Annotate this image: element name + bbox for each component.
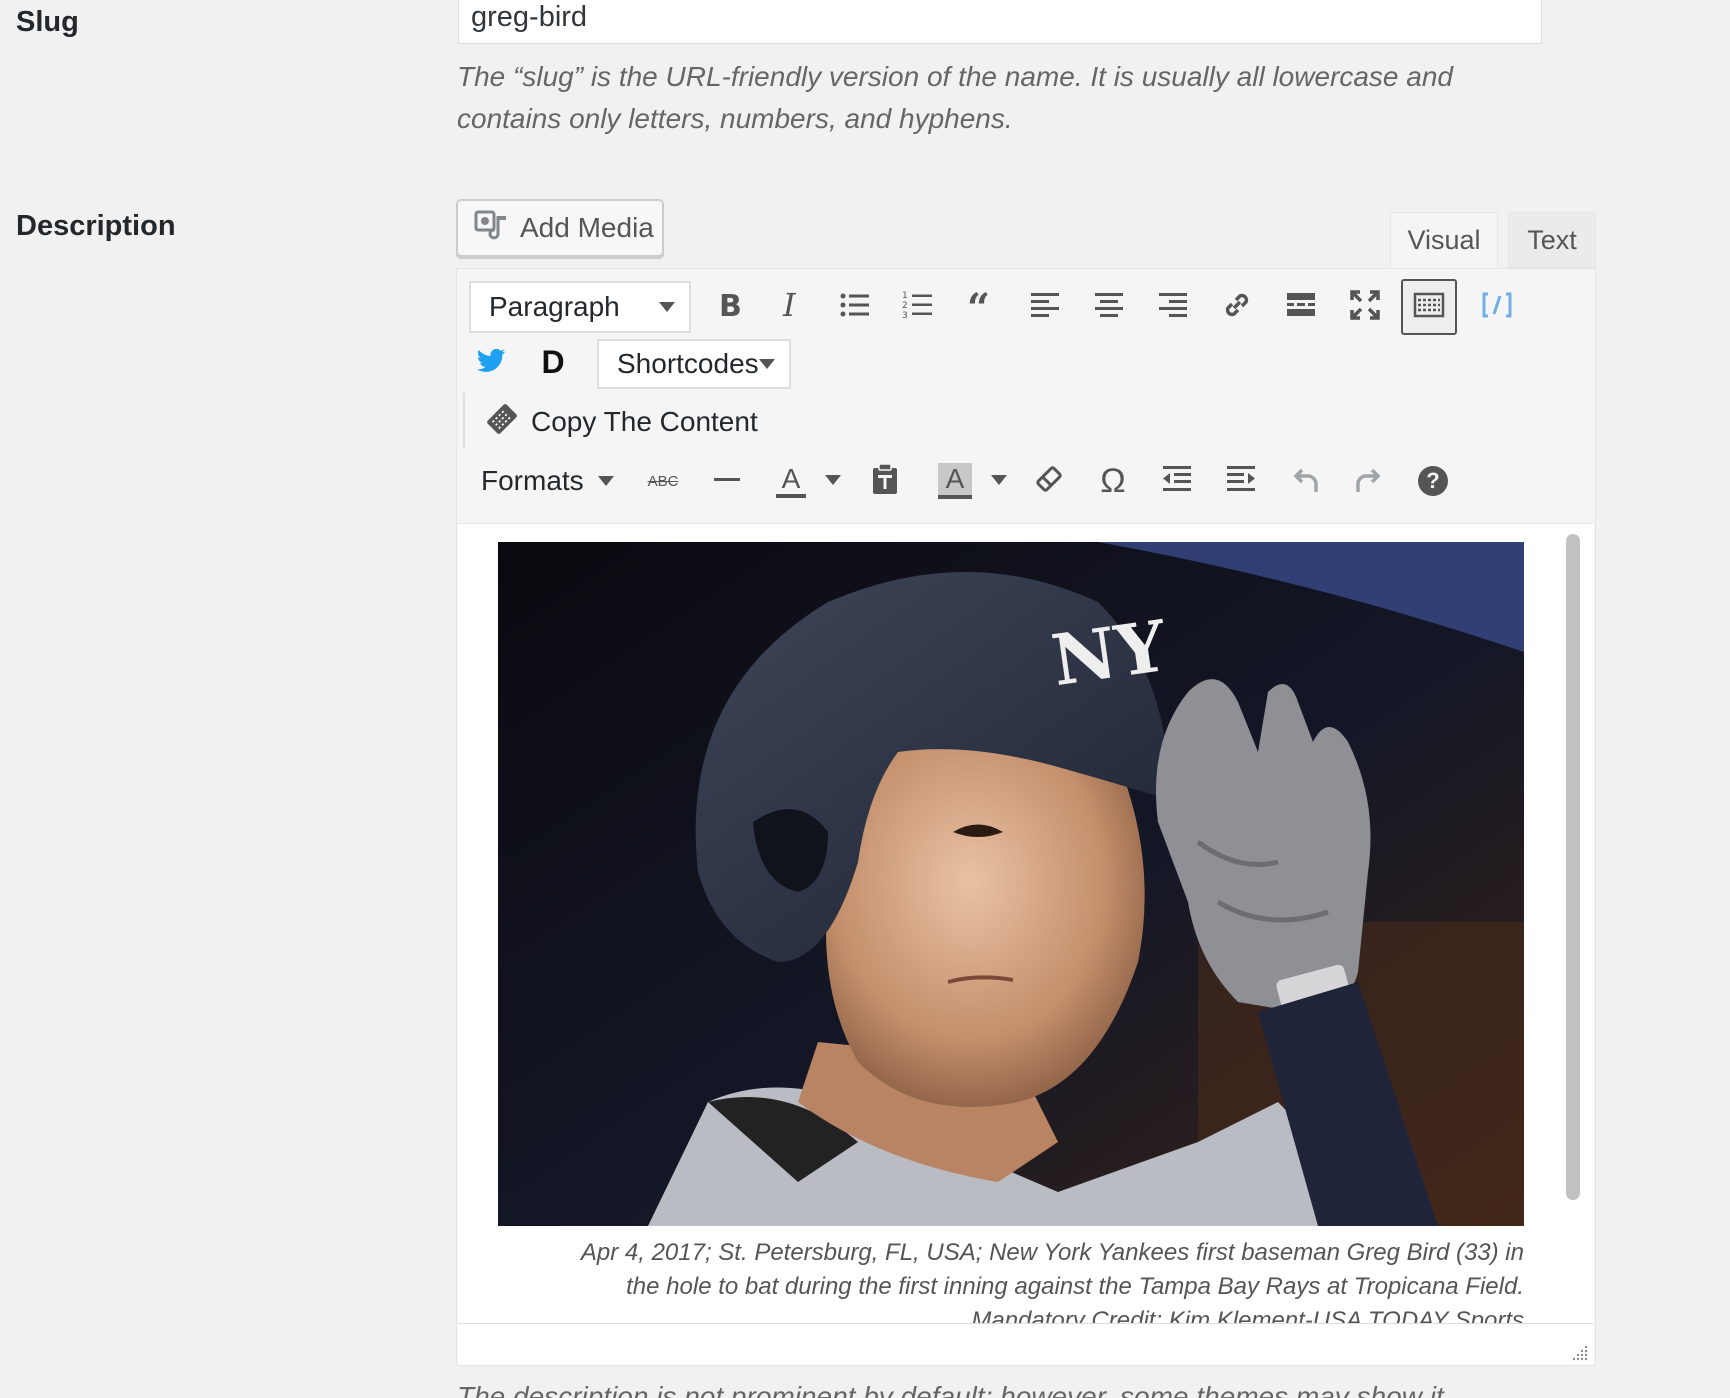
slug-help-line-2: contains only letters, numbers, and hyph… (457, 103, 1013, 134)
twitter-icon (474, 343, 508, 382)
paste-text-icon (868, 462, 902, 501)
slug-label: Slug (16, 6, 79, 38)
twitter-button[interactable] (463, 334, 519, 390)
tab-text[interactable]: Text (1508, 212, 1596, 268)
svg-text:B: B (719, 289, 742, 322)
chevron-down-icon (991, 475, 1007, 485)
chevron-down-icon (759, 359, 775, 369)
horizontal-line-icon (710, 462, 744, 501)
chevron-down-icon (659, 302, 675, 312)
link-icon (1220, 288, 1254, 327)
italic-button[interactable]: I (763, 279, 819, 335)
bold-icon: B (711, 288, 745, 327)
player-photo[interactable]: NY (498, 542, 1524, 1226)
redo-button[interactable] (1341, 453, 1397, 509)
background-color-button[interactable]: A (927, 453, 983, 509)
align-left-icon (1028, 288, 1062, 327)
svg-text:I: I (782, 288, 797, 322)
text-color-icon: A (775, 464, 807, 498)
background-color-icon: A (937, 463, 973, 499)
svg-text:“: “ (967, 288, 990, 322)
align-right-icon (1156, 288, 1190, 327)
code-button[interactable] (1469, 279, 1525, 335)
slug-input[interactable]: greg-bird (458, 0, 1542, 44)
numbered-list-icon: 123 (901, 288, 935, 327)
d-button[interactable]: D (525, 334, 581, 390)
bold-button[interactable]: B (700, 279, 756, 335)
clear-formatting-icon (1032, 462, 1066, 501)
code-icon (1480, 288, 1514, 327)
special-character-button[interactable]: Ω (1085, 453, 1141, 509)
background-color-dropdown[interactable] (991, 475, 1007, 485)
indent-icon (1224, 462, 1258, 501)
formats-menu[interactable]: Formats (481, 461, 614, 501)
fullscreen-button[interactable] (1337, 279, 1393, 335)
chevron-down-icon (825, 475, 841, 485)
editor-status-bar (458, 1323, 1594, 1365)
text-color-button[interactable]: A (763, 453, 819, 509)
read-more-icon (1284, 288, 1318, 327)
copy-content-label: Copy The Content (531, 406, 758, 437)
shortcodes-select[interactable]: Shortcodes (597, 339, 791, 389)
strikethrough-button[interactable]: ABC (635, 453, 691, 509)
svg-text:3: 3 (902, 311, 908, 321)
help-button[interactable]: ? (1405, 453, 1461, 509)
svg-text:1: 1 (902, 291, 908, 301)
align-left-button[interactable] (1017, 279, 1073, 335)
bulleted-list-button[interactable] (827, 279, 883, 335)
clear-formatting-button[interactable] (1021, 453, 1077, 509)
caption-line-2: the hole to bat during the first inning … (626, 1273, 1524, 1300)
paste-text-button[interactable] (857, 453, 913, 509)
indent-button[interactable] (1213, 453, 1269, 509)
content-scrollbar[interactable] (1566, 534, 1580, 1200)
slug-help-line-1: The “slug” is the URL-friendly version o… (457, 61, 1453, 92)
add-media-icon (474, 208, 508, 249)
shortcodes-value: Shortcodes (617, 348, 759, 379)
caption-line-1: Apr 4, 2017; St. Petersburg, FL, USA; Ne… (580, 1239, 1524, 1266)
italic-icon: I (774, 286, 808, 327)
align-center-button[interactable] (1081, 279, 1137, 335)
copy-icon (483, 400, 521, 445)
read-more-button[interactable] (1273, 279, 1329, 335)
svg-text:2: 2 (902, 301, 908, 311)
undo-button[interactable] (1277, 453, 1333, 509)
formats-label: Formats (481, 465, 584, 496)
blockquote-button[interactable]: “ (954, 279, 1010, 335)
toolbar-toggle-icon (1412, 288, 1446, 327)
fullscreen-icon (1348, 288, 1382, 327)
text-color-dropdown[interactable] (825, 475, 841, 485)
caption-line-3: Mandatory Credit: Kim Klement-USA TODAY … (971, 1307, 1524, 1323)
resize-handle-icon[interactable] (1570, 1343, 1588, 1361)
undo-icon (1288, 462, 1322, 501)
numbered-list-button[interactable]: 123 (890, 279, 946, 335)
redo-icon (1352, 462, 1386, 501)
editor-content-area[interactable]: NY Apr 4, 2017; St. Petersburg, FL, USA;… (458, 523, 1594, 1323)
outdent-icon (1160, 462, 1194, 501)
help-icon: ? (1418, 466, 1448, 496)
outdent-button[interactable] (1149, 453, 1205, 509)
horizontal-line-button[interactable] (699, 453, 755, 509)
link-button[interactable] (1209, 279, 1265, 335)
description-help-text: The description is not prominent by defa… (457, 1381, 1452, 1398)
blockquote-icon: “ (965, 285, 999, 332)
copy-content-button[interactable]: Copy The Content (483, 397, 758, 447)
description-label: Description (16, 210, 176, 242)
bulleted-list-icon (838, 288, 872, 327)
add-media-button[interactable]: Add Media (456, 199, 664, 257)
paragraph-format-value: Paragraph (489, 291, 620, 322)
paragraph-format-select[interactable]: Paragraph (469, 281, 691, 333)
photo-caption: Apr 4, 2017; St. Petersburg, FL, USA; Ne… (498, 1236, 1524, 1323)
chevron-down-icon (597, 476, 614, 486)
tab-visual[interactable]: Visual (1390, 212, 1498, 268)
add-media-label: Add Media (520, 212, 654, 243)
slug-help-text: The “slug” is the URL-friendly version o… (457, 56, 1577, 140)
svg-text:NY: NY (1047, 604, 1172, 702)
toolbar-toggle-button[interactable] (1401, 279, 1457, 335)
toolbar-divider (463, 393, 465, 449)
align-right-button[interactable] (1145, 279, 1201, 335)
align-center-icon (1092, 288, 1126, 327)
